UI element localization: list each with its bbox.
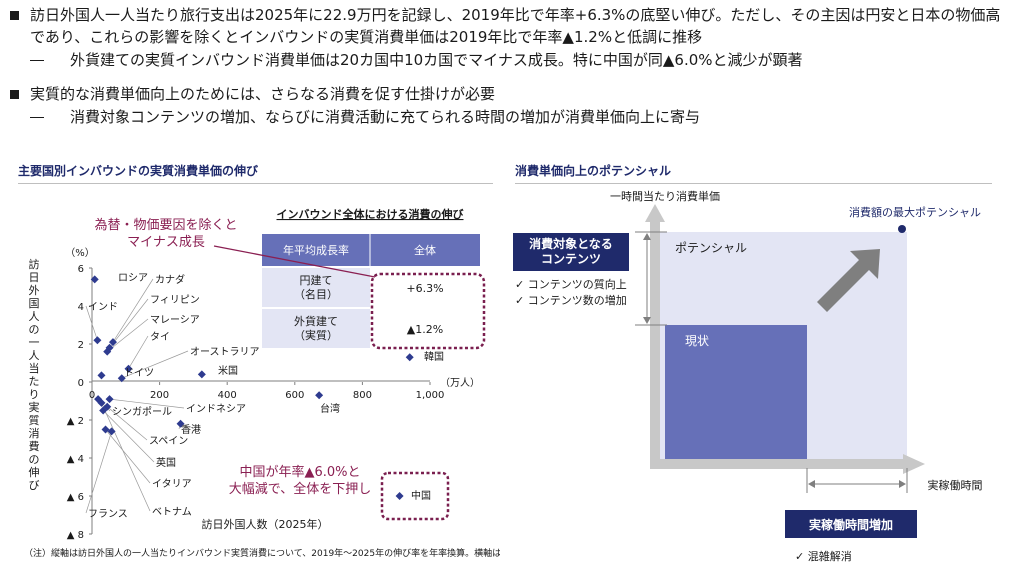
current-label: 現状 xyxy=(685,334,709,348)
point-label: ベトナム xyxy=(152,506,192,518)
point-label: フランス xyxy=(88,508,128,520)
point-label: 香港 xyxy=(181,424,201,436)
table-row-1-value: +6.3% xyxy=(406,282,443,295)
point-label: シンガポール xyxy=(112,406,172,418)
scatter-point xyxy=(93,336,102,345)
scatter-point xyxy=(101,425,110,434)
scatter-point xyxy=(105,395,114,404)
y-tick-label: 0 xyxy=(78,378,84,389)
annotation-fx-price: 為替・物価要因を除くとマイナス成長 xyxy=(94,217,237,250)
y-tick-label: 6 xyxy=(78,264,84,275)
bullet-1: 訪日外国人一人当たり旅行支出は2025年に22.9万円を記録し、2019年比で年… xyxy=(8,4,1003,48)
scatter-point xyxy=(315,391,324,400)
x-tick-label: 600 xyxy=(285,390,304,401)
y-unit: （%） xyxy=(65,247,95,259)
scatter-point xyxy=(97,371,106,380)
table-header-col2: 全体 xyxy=(414,243,436,257)
point-label: ロシア xyxy=(118,273,148,284)
dash-icon xyxy=(30,60,44,61)
table-header-col1: 年平均成長率 xyxy=(283,243,349,257)
diagram-x-label: 実稼働時間 xyxy=(928,478,983,492)
x-tick-label: 0 xyxy=(89,390,95,401)
point-label: 台湾 xyxy=(320,402,340,415)
max-potential-point xyxy=(898,225,906,233)
point-leader-line xyxy=(105,429,151,484)
point-label: タイ xyxy=(150,331,170,343)
left-title-rule xyxy=(18,183,493,184)
square-bullet-icon xyxy=(10,11,19,20)
chart-note: （注）縦軸は訪日外国人の一人当たりインバウンド実質消費について、2019年〜20… xyxy=(24,547,500,559)
x-axis-label: 訪日外国人数（2025年） xyxy=(202,517,329,531)
point-leader-line xyxy=(85,431,112,514)
bullet-2-text: 実質的な消費単価向上のためには、さらなる消費を促す仕掛けが必要 xyxy=(30,85,496,103)
diagram-y-label: 一時間当たり消費単価 xyxy=(610,189,720,203)
time-box-label: 実稼働時間増加 xyxy=(809,517,893,532)
x-tick-label: 800 xyxy=(353,390,372,401)
y-tick-label: ▲ 4 xyxy=(67,454,84,465)
point-label: ドイツ xyxy=(124,368,154,379)
point-leader-line xyxy=(112,278,154,343)
point-label: オーストラリア xyxy=(190,346,260,358)
point-label: イタリア xyxy=(152,478,192,490)
content-check-item: ✓ コンテンツ数の増加 xyxy=(515,294,627,307)
potential-label: ポテンシャル xyxy=(675,241,747,255)
right-title-rule xyxy=(515,183,992,184)
y-axis-label: 訪日外国人の一人当たり実質消費の伸び xyxy=(29,257,40,492)
bullet-2-sub-text: 消費対象コンテンツの増加、ならびに消費活動に充てられる時間の増加が消費単価向上に… xyxy=(70,108,701,126)
content-range-down-icon xyxy=(643,317,651,324)
scatter-point xyxy=(107,427,116,436)
point-label: インド xyxy=(88,302,118,313)
content-range-up-icon xyxy=(643,233,651,240)
bullet-1-sub: 外貨建ての実質インバウンド消費単価は20カ国中10カ国でマイナス成長。特に中国が… xyxy=(8,49,1003,71)
point-label: カナダ xyxy=(155,273,185,286)
diagram-y-arrow-icon xyxy=(645,204,665,222)
point-leader-line xyxy=(128,335,149,369)
y-tick-label: ▲ 8 xyxy=(67,530,84,541)
scatter-chart: 6 4 2 0 ▲ 2 ▲ 4 ▲ 6 ▲ 8 0 200 400 600 800 1,000 （%） （… xyxy=(24,207,500,559)
bullet-1-text: 訪日外国人一人当たり旅行支出は2025年に22.9万円を記録し、2019年比で年… xyxy=(30,6,1001,46)
x-unit: （万人） xyxy=(440,377,480,389)
point-label: インドネシア xyxy=(186,403,246,415)
time-range-right-icon xyxy=(899,480,906,488)
bullet-1-sub-text: 外貨建ての実質インバウンド消費単価は20カ国中10カ国でマイナス成長。特に中国が… xyxy=(70,51,803,69)
square-bullet-icon xyxy=(10,90,19,99)
y-tick-label: ▲ 6 xyxy=(67,492,84,503)
point-label: フィリピン xyxy=(150,294,200,306)
point-label: 米国 xyxy=(218,364,238,377)
scatter-point xyxy=(405,353,414,362)
right-section-title: 消費単価向上のポテンシャル xyxy=(515,164,672,178)
time-check-item: ✓ 混雑解消 xyxy=(795,549,852,563)
annotation-china: 中国が年率▲6.0%と大幅減で、全体を下押し xyxy=(229,464,371,497)
scatter-point xyxy=(197,370,206,379)
point-leader-line xyxy=(101,402,151,512)
point-label: 韓国 xyxy=(424,351,444,363)
summary-bullets: 訪日外国人一人当たり旅行支出は2025年に22.9万円を記録し、2019年比で年… xyxy=(8,4,1003,128)
point-label: 中国 xyxy=(411,489,431,502)
max-potential-label: 消費額の最大ポテンシャル xyxy=(849,205,981,219)
bullet-2: 実質的な消費単価向上のためには、さらなる消費を促す仕掛けが必要 xyxy=(8,83,1003,105)
table-row-2-value: ▲1.2% xyxy=(407,323,443,336)
scatter-point xyxy=(395,492,404,500)
y-tick-label: ▲ 2 xyxy=(67,416,84,427)
y-tick-label: 4 xyxy=(78,302,84,313)
time-range-left-icon xyxy=(808,480,815,488)
y-tick-label: 2 xyxy=(78,340,84,351)
table-title: インバウンド全体における消費の伸び xyxy=(277,207,465,221)
dash-icon xyxy=(30,117,44,118)
x-tick-label: 1,000 xyxy=(416,390,445,401)
x-tick-label: 200 xyxy=(150,390,169,401)
point-label: マレーシア xyxy=(150,315,200,326)
point-label: 英国 xyxy=(156,456,176,469)
diagram-x-arrow-icon xyxy=(903,454,925,474)
bullet-2-sub: 消費対象コンテンツの増加、ならびに消費活動に充てられる時間の増加が消費単価向上に… xyxy=(8,106,1003,128)
content-check-item: ✓ コンテンツの質向上 xyxy=(515,277,627,291)
point-label: スペイン xyxy=(149,436,188,447)
left-section-title: 主要国別インバウンドの実質消費単価の伸び xyxy=(18,164,259,178)
potential-diagram: ポテンシャル 現状 消費額の最大ポテンシャル 一時間当たり消費単価 実稼働時間 … xyxy=(513,189,983,563)
x-tick-label: 400 xyxy=(218,390,237,401)
